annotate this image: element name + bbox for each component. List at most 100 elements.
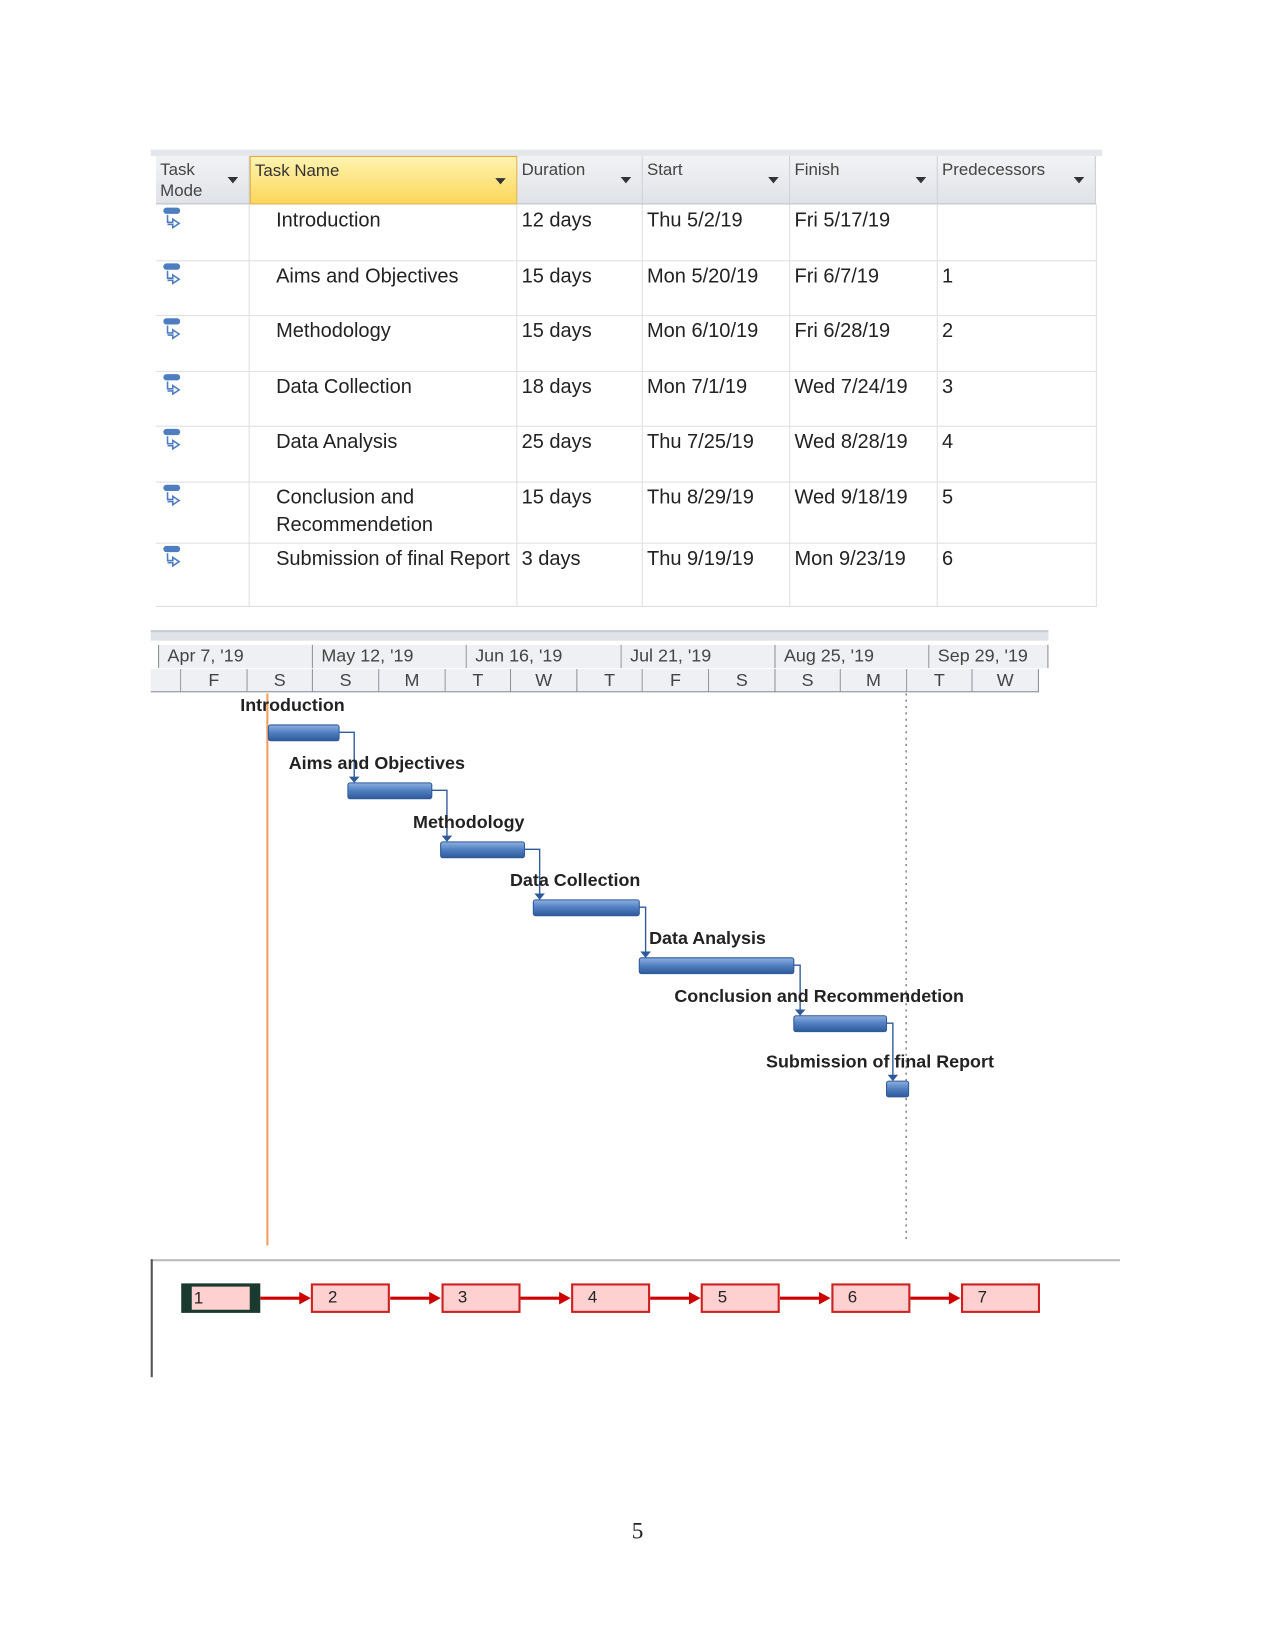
network-node[interactable]: 1: [181, 1283, 261, 1313]
header-start[interactable]: Start: [642, 155, 791, 205]
gantt-bar[interactable]: [886, 1080, 910, 1098]
cell-finish[interactable]: Wed 8/28/19: [790, 425, 938, 482]
dropdown-arrow-icon[interactable]: [1073, 177, 1085, 184]
cell-start[interactable]: Mon 5/20/19: [643, 260, 791, 316]
cell-finish[interactable]: Fri 6/7/19: [790, 260, 938, 316]
cell-name[interactable]: Submission of final Report: [250, 542, 518, 606]
cell-start[interactable]: Thu 8/29/19: [643, 481, 791, 543]
table-row[interactable]: Methodology 15 days Mon 6/10/19 Fri 6/28/19…: [155, 315, 1097, 372]
dependency-arrowhead: [794, 1009, 806, 1016]
predecessors-text: 3: [942, 376, 954, 399]
cell-mode[interactable]: [156, 204, 250, 261]
network-node[interactable]: 6: [830, 1283, 910, 1313]
document-page: Task Mode Task Name Duration Start Finis…: [0, 0, 1275, 1650]
cell-name[interactable]: Data Collection: [250, 370, 518, 426]
table-row[interactable]: Submission of final Report 3 days Thu 9/19…: [155, 542, 1097, 607]
auto-scheduled-task-icon: [163, 207, 181, 230]
network-node[interactable]: 4: [570, 1283, 651, 1313]
cell-duration[interactable]: 15 days: [517, 481, 643, 543]
duration-text: 25 days: [521, 430, 592, 454]
dropdown-arrow-icon[interactable]: [768, 177, 779, 184]
cell-finish[interactable]: Fri 5/17/19: [790, 204, 938, 261]
cell-start[interactable]: Mon 7/1/19: [643, 370, 791, 426]
cell-predecessors[interactable]: 3: [938, 370, 1097, 426]
network-node[interactable]: 5: [700, 1283, 780, 1313]
cell-finish[interactable]: Fri 6/28/19: [790, 315, 938, 371]
cell-name[interactable]: Data Analysis: [250, 425, 518, 482]
cell-predecessors[interactable]: 5: [938, 481, 1097, 543]
header-finish[interactable]: Finish: [790, 155, 938, 205]
header-duration[interactable]: Duration: [517, 155, 643, 205]
network-arrowhead: [299, 1291, 311, 1305]
duration-text: 18 days: [521, 376, 592, 399]
cell-name[interactable]: Introduction: [250, 204, 518, 261]
gantt-bar-label: Methodology: [413, 812, 525, 833]
cell-predecessors[interactable]: 1: [938, 260, 1097, 316]
node-id: 1: [193, 1289, 204, 1308]
cell-mode[interactable]: [156, 425, 250, 482]
finish-text: Wed 9/18/19: [794, 486, 908, 509]
cell-name[interactable]: Aims and Objectives: [250, 260, 518, 316]
table-row[interactable]: Introduction 12 days Thu 5/2/19 Fri 5/17/19: [155, 204, 1097, 262]
dependency-arrowhead: [441, 835, 453, 842]
cell-duration[interactable]: 3 days: [517, 542, 643, 606]
header-label: Duration: [521, 161, 586, 180]
network-arrowhead: [948, 1291, 961, 1305]
cell-finish[interactable]: Wed 7/24/19: [790, 370, 938, 426]
cell-name[interactable]: Conclusion and Recommendetion: [250, 481, 518, 543]
cell-predecessors[interactable]: 4: [938, 425, 1097, 482]
duration-text: 15 days: [521, 486, 592, 509]
network-arrowhead: [429, 1291, 441, 1305]
gantt-bar[interactable]: [347, 782, 433, 800]
header-predecessors[interactable]: Predecessors: [937, 155, 1096, 205]
network-diagram: 1 2 3 4 5 6 7: [150, 1259, 1121, 1378]
cell-start[interactable]: Thu 5/2/19: [643, 204, 791, 261]
cell-finish[interactable]: Wed 9/18/19: [790, 481, 938, 543]
gantt-bar[interactable]: [793, 1015, 888, 1033]
header-task-name[interactable]: Task Name: [249, 155, 518, 205]
cell-start[interactable]: Thu 7/25/19: [643, 425, 791, 482]
network-node[interactable]: 7: [960, 1283, 1040, 1313]
duration-text: 3 days: [521, 547, 581, 571]
cell-mode[interactable]: [156, 481, 250, 543]
table-row[interactable]: Aims and Objectives 15 days Mon 5/20/19 Fri…: [155, 260, 1097, 317]
cell-predecessors[interactable]: 2: [938, 315, 1097, 371]
gantt-bar[interactable]: [267, 724, 340, 742]
cell-start[interactable]: Thu 9/19/19: [643, 542, 791, 606]
predecessors-text: 2: [942, 320, 954, 343]
cell-mode[interactable]: [156, 260, 250, 316]
dropdown-arrow-icon[interactable]: [495, 178, 506, 185]
gantt-bar-label: Submission of final Report: [766, 1051, 994, 1072]
cell-finish[interactable]: Mon 9/23/19: [790, 542, 938, 606]
gantt-bar[interactable]: [638, 957, 795, 975]
cell-duration[interactable]: 12 days: [517, 204, 643, 261]
network-node[interactable]: 3: [441, 1283, 521, 1313]
cell-duration[interactable]: 15 days: [517, 315, 643, 371]
gantt-bar-label: Data Analysis: [649, 928, 766, 949]
gantt-bar[interactable]: [532, 899, 640, 917]
cell-duration[interactable]: 15 days: [517, 260, 643, 316]
table-row[interactable]: Conclusion and Recommendetion 15 days Thu …: [155, 481, 1097, 544]
cell-start[interactable]: Mon 6/10/19: [643, 315, 791, 371]
auto-scheduled-task-icon: [163, 484, 181, 507]
table-row[interactable]: Data Collection 18 days Mon 7/1/19 Wed 7/24…: [155, 370, 1097, 427]
cell-mode[interactable]: [156, 370, 250, 426]
cell-duration[interactable]: 18 days: [517, 370, 643, 426]
network-node[interactable]: 2: [311, 1283, 391, 1313]
table-row[interactable]: Data Analysis 25 days Thu 7/25/19 Wed 8/28/…: [155, 425, 1097, 483]
cell-predecessors[interactable]: 6: [938, 542, 1097, 606]
task-table: Task Mode Task Name Duration Start Finis…: [150, 149, 1103, 607]
predecessors-text: 6: [942, 547, 954, 571]
cell-mode[interactable]: [156, 315, 250, 371]
header-task-mode[interactable]: Task Mode: [155, 155, 250, 205]
gantt-bar[interactable]: [440, 841, 526, 859]
dropdown-arrow-icon[interactable]: [915, 177, 927, 184]
cell-name[interactable]: Methodology: [250, 315, 518, 371]
dependency-link: [639, 906, 647, 954]
gantt-canvas: [266, 693, 910, 1246]
cell-predecessors[interactable]: [938, 204, 1097, 261]
dropdown-arrow-icon[interactable]: [227, 177, 239, 184]
dropdown-arrow-icon[interactable]: [620, 177, 632, 184]
cell-mode[interactable]: [156, 542, 250, 606]
cell-duration[interactable]: 25 days: [517, 425, 643, 482]
